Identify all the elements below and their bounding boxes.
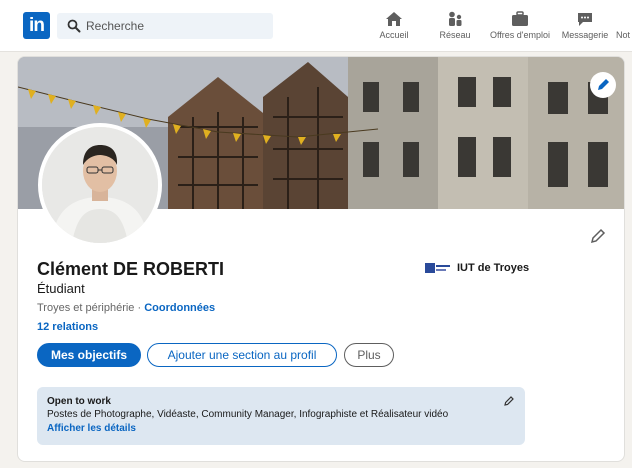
linkedin-logo[interactable]: in: [23, 12, 50, 39]
edit-intro-pencil-icon[interactable]: [589, 227, 607, 245]
nav-label-home: Accueil: [379, 30, 409, 40]
open-to-work-description: Postes de Photographe, Vidéaste, Communi…: [47, 409, 449, 420]
search-input[interactable]: [86, 17, 266, 35]
profile-name: Clément DE ROBERTI: [37, 259, 225, 279]
nav-item-network[interactable]: Réseau: [437, 11, 473, 45]
nav-item-messaging[interactable]: Messagerie: [558, 11, 612, 45]
show-details-link[interactable]: Afficher les détails: [47, 423, 136, 434]
nav-label-network: Réseau: [439, 30, 471, 40]
nav-item-home[interactable]: Accueil: [377, 11, 411, 45]
edit-banner-button[interactable]: [590, 72, 616, 98]
open-to-work-title: Open to work: [47, 396, 111, 407]
school-name: IUT de Troyes: [457, 262, 530, 274]
nav-item-jobs[interactable]: Offres d'emploi: [485, 11, 555, 45]
profile-location: Troyes et périphérie: [37, 302, 135, 314]
home-icon: [386, 12, 402, 26]
profile-card: Clément DE ROBERTI Étudiant Troyes et pé…: [17, 56, 625, 462]
education-entry[interactable]: IUT de Troyes: [425, 262, 529, 274]
search-icon: [67, 19, 81, 33]
profile-avatar[interactable]: [38, 123, 162, 247]
school-logo-icon: [425, 263, 450, 274]
open-to-work-box: Open to work Postes de Photographe, Vidé…: [37, 387, 525, 445]
connections-link[interactable]: 12 relations: [37, 321, 98, 333]
profile-location-line: Troyes et périphérie · Coordonnées: [37, 302, 215, 314]
pencil-icon: [598, 79, 609, 90]
messaging-icon: [578, 13, 592, 26]
search-box[interactable]: [57, 13, 273, 39]
nav-label-notifications: Not: [616, 30, 631, 40]
location-separator: ·: [137, 302, 142, 314]
more-button[interactable]: Plus: [344, 343, 394, 367]
edit-open-to-work-pencil-icon[interactable]: [503, 395, 515, 407]
contact-info-link[interactable]: Coordonnées: [144, 302, 215, 314]
add-profile-section-button[interactable]: Ajouter une section au profil: [147, 343, 337, 367]
nav-item-notifications[interactable]: Not: [616, 11, 632, 45]
network-icon: [449, 11, 462, 26]
profile-headline: Étudiant: [37, 281, 85, 296]
nav-label-jobs: Offres d'emploi: [489, 30, 551, 40]
nav-label-messaging: Messagerie: [561, 30, 609, 40]
bell-icon: [616, 11, 630, 27]
goals-button[interactable]: Mes objectifs: [37, 343, 141, 367]
briefcase-icon: [512, 11, 528, 26]
top-navigation-bar: in Accueil Réseau Offres d'emploi: [0, 0, 632, 52]
